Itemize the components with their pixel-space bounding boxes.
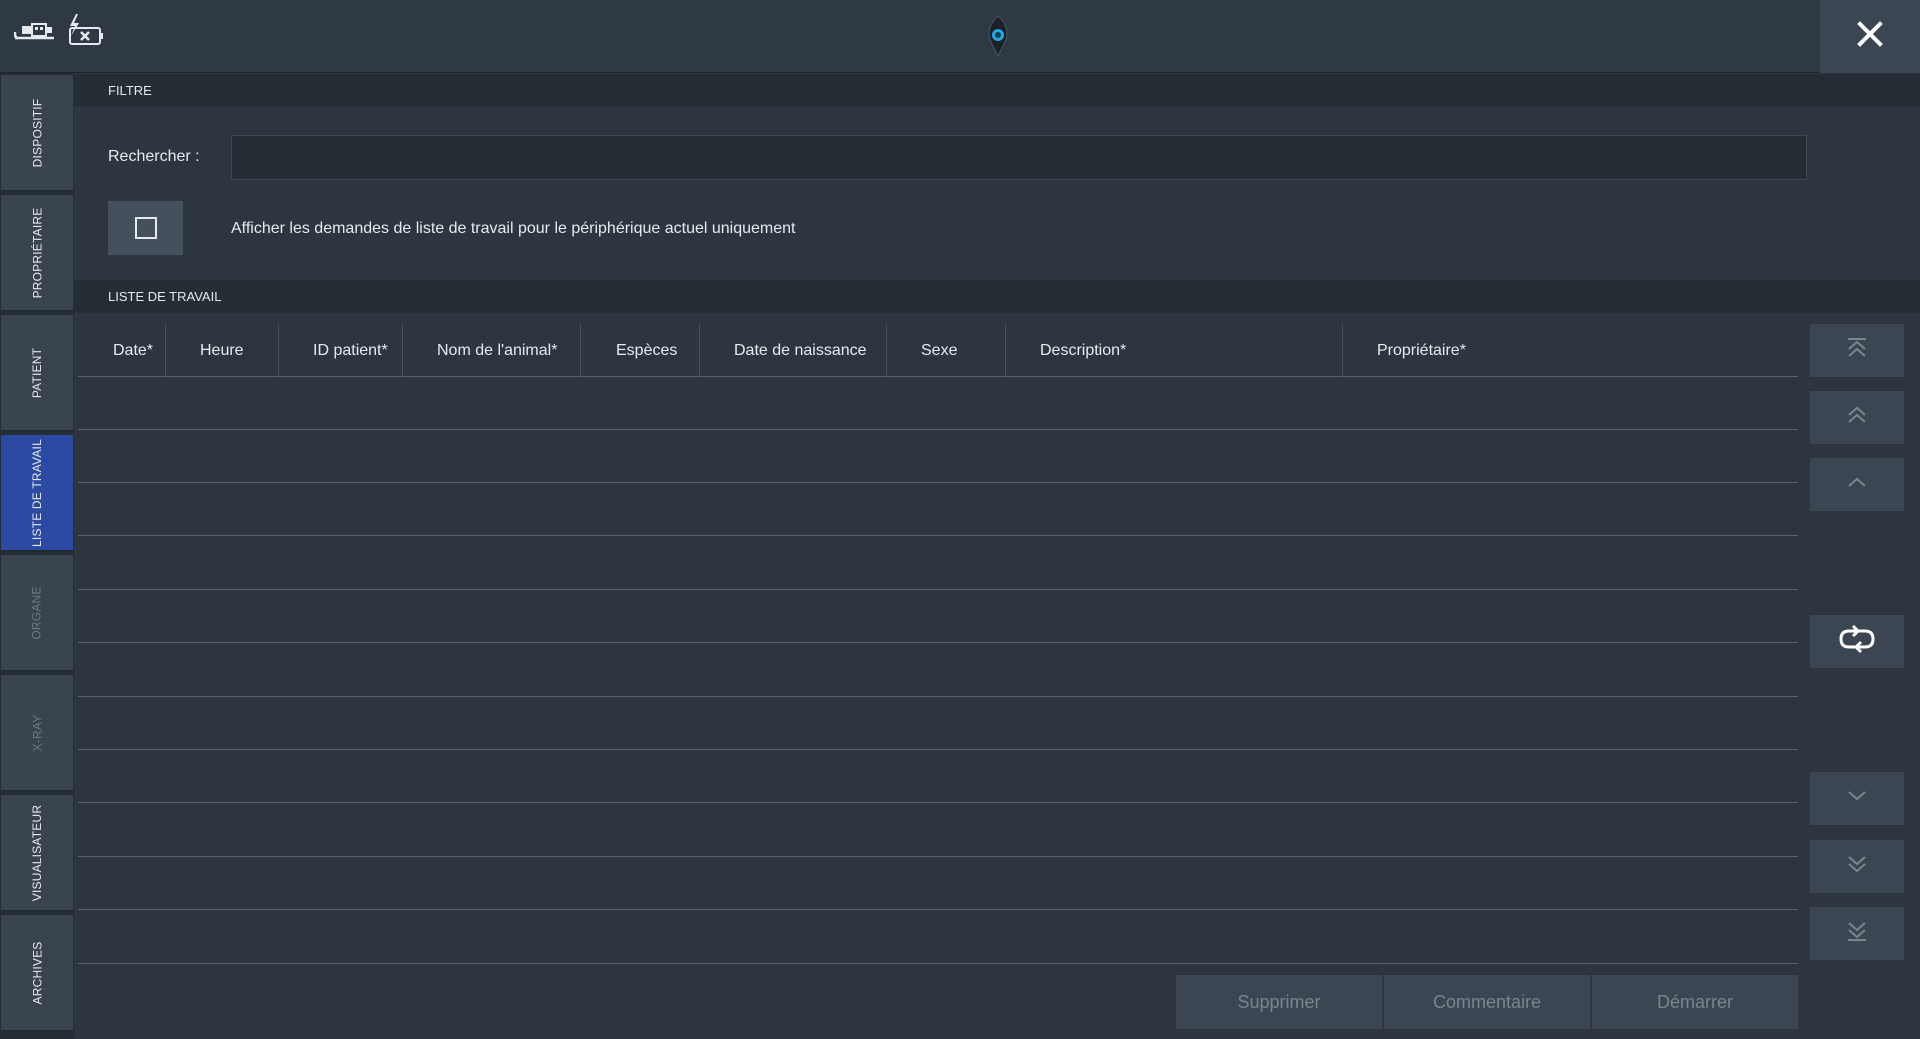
sidebar-item-dispositif[interactable]: DISPOSITIF [1, 75, 73, 192]
table-row[interactable] [78, 430, 1798, 483]
refresh-button[interactable] [1810, 615, 1904, 668]
sidebar-item-label: PATIENT [29, 347, 44, 398]
sidebar-item-label: ORGANE [30, 585, 44, 640]
column-date[interactable]: Date* [113, 324, 153, 377]
sidebar-item-label: VISUALISATEUR [30, 804, 44, 901]
double-chevron-bottom-icon [1846, 920, 1868, 947]
table-row[interactable] [78, 857, 1798, 910]
column-proprietaire[interactable]: Propriétaire* [1377, 324, 1466, 377]
sidebar-item-organe: ORGANE [1, 555, 73, 672]
double-chevron-up-icon [1846, 405, 1868, 430]
table-row[interactable] [78, 803, 1798, 856]
sidebar-item-label: LISTE DE TRAVAIL [30, 438, 44, 547]
filter-section-title: FILTRE [74, 74, 1920, 107]
start-button[interactable]: Démarrer [1592, 975, 1798, 1029]
sidebar-item-liste-de-travail[interactable]: LISTE DE TRAVAIL [1, 435, 73, 552]
delete-button[interactable]: Supprimer [1176, 975, 1382, 1029]
column-sexe[interactable]: Sexe [921, 324, 957, 377]
refresh-icon [1837, 624, 1877, 659]
column-description[interactable]: Description* [1040, 324, 1126, 377]
double-chevron-down-icon [1846, 854, 1868, 879]
table-row[interactable] [78, 483, 1798, 536]
page-down-button[interactable] [1810, 840, 1904, 893]
chevron-up-icon [1846, 475, 1868, 494]
app-logo-icon [983, 14, 1013, 63]
table-row[interactable] [78, 697, 1798, 750]
chevron-down-icon [1846, 789, 1868, 808]
battery-disconnected-icon [66, 14, 106, 53]
worklist-table-header: Date* Heure ID patient* Nom de l'animal*… [78, 324, 1798, 377]
top-bar [0, 0, 1920, 73]
double-chevron-top-icon [1846, 337, 1868, 364]
column-id-patient[interactable]: ID patient* [313, 324, 388, 377]
sidebar-item-x-ray: X-RAY [1, 675, 73, 792]
table-row[interactable] [78, 910, 1798, 963]
close-icon [1857, 21, 1883, 52]
worklist-section-title: LISTE DE TRAVAIL [74, 280, 1920, 313]
column-nom-animal[interactable]: Nom de l'animal* [437, 324, 557, 377]
sidebar-item-label: ARCHIVES [29, 941, 44, 1004]
checkbox-box [134, 217, 157, 239]
page-up-button[interactable] [1810, 391, 1904, 444]
table-row[interactable] [78, 590, 1798, 643]
sidebar-item-archives[interactable]: ARCHIVES [1, 915, 73, 1032]
comment-button[interactable]: Commentaire [1384, 975, 1590, 1029]
sidebar-item-visualisateur[interactable]: VISUALISATEUR [1, 795, 73, 912]
usb-connection-icon [13, 20, 56, 47]
table-row[interactable] [78, 750, 1798, 803]
search-label: Rechercher : [108, 148, 200, 165]
table-row[interactable] [78, 643, 1798, 696]
column-especes[interactable]: Espèces [616, 324, 677, 377]
table-row[interactable] [78, 377, 1798, 430]
table-row[interactable] [78, 536, 1798, 589]
scroll-down-button[interactable] [1810, 772, 1904, 825]
sidebar-item-proprietaire[interactable]: PROPRIÉTAIRE [1, 195, 73, 312]
sidebar-item-patient[interactable]: PATIENT [1, 315, 73, 432]
search-input[interactable] [231, 135, 1807, 180]
sidebar-item-label: X-RAY [29, 714, 44, 751]
column-date-naissance[interactable]: Date de naissance [734, 324, 867, 377]
scroll-up-button[interactable] [1810, 458, 1904, 511]
device-only-checkbox[interactable] [108, 201, 183, 255]
device-only-checkbox-label: Afficher les demandes de liste de travai… [231, 220, 796, 237]
scroll-top-button[interactable] [1810, 324, 1904, 377]
sidebar-item-label: DISPOSITIF [30, 98, 44, 167]
column-heure[interactable]: Heure [200, 324, 244, 377]
scroll-bottom-button[interactable] [1810, 907, 1904, 960]
sidebar-item-label: PROPRIÉTAIRE [30, 207, 45, 298]
close-button[interactable] [1820, 0, 1920, 73]
sidebar: DISPOSITIF PROPRIÉTAIRE PATIENT LISTE DE… [0, 73, 74, 1039]
